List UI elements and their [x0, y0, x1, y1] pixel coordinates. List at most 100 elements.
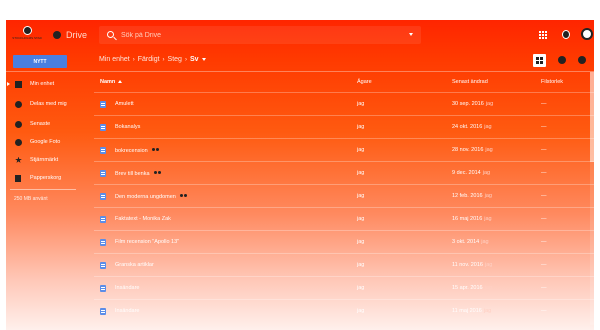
breadcrumb-separator-icon: › — [132, 56, 135, 63]
sidebar-item-shared[interactable]: Delas med mig — [6, 96, 86, 112]
sidebar-item-starred[interactable]: Stjärnmärkt — [6, 152, 86, 168]
storage-usage[interactable]: 250 MB använt — [14, 196, 48, 202]
google-doc-icon — [100, 101, 106, 108]
file-name[interactable]: Den moderna ungdomen — [115, 193, 188, 200]
modified-by: jag — [484, 285, 492, 291]
search-icon[interactable] — [107, 31, 114, 38]
notifications-icon[interactable] — [562, 30, 570, 39]
expand-caret-icon[interactable] — [7, 82, 10, 86]
drive-app: STOCKHOLMS STAD Drive NYTT Min enhet › F… — [6, 20, 594, 325]
file-row[interactable]: bokrecension jag 28 nov. 2016 jag — — [94, 138, 594, 161]
folder-menu-dropdown-icon[interactable] — [201, 58, 206, 61]
info-icon[interactable] — [558, 56, 566, 64]
scrollbar-thumb[interactable] — [590, 72, 594, 162]
modified-by: jag — [484, 124, 492, 130]
file-name[interactable]: bokrecension — [115, 147, 160, 154]
file-name[interactable]: Film recension "Apollo 13" — [115, 239, 179, 245]
sort-ascending-icon[interactable] — [118, 80, 123, 84]
search-input[interactable] — [121, 26, 401, 44]
sidebar-item-label: Stjärnmärkt — [30, 157, 59, 163]
breadcrumb-item[interactable]: Färdigt — [138, 56, 160, 63]
file-row[interactable]: Insändare jag 11 maj 2016 jag — — [94, 299, 594, 322]
file-name[interactable]: Granska artiklar — [115, 262, 154, 268]
file-row[interactable]: Brev till benka jag 9 dec. 2014 jag — — [94, 161, 594, 184]
sidebar-item-photos[interactable]: Google Foto — [6, 134, 86, 150]
shared-people-icon — [179, 194, 188, 199]
column-header-owner[interactable]: Ägare — [357, 79, 372, 85]
file-size: — — [541, 124, 547, 130]
modified-date: 11 nov. 2016 — [452, 262, 483, 268]
file-owner: jag — [357, 285, 365, 291]
file-row[interactable]: Amulett jag 30 sep. 2016 jag — — [94, 92, 594, 115]
file-name[interactable]: Faktatext - Monika Zak — [115, 216, 171, 222]
modified-by: jag — [483, 308, 492, 314]
file-name[interactable]: Brev till benka — [115, 170, 162, 177]
modified-by: jag — [482, 170, 491, 176]
apps-grid-icon[interactable] — [539, 31, 547, 39]
file-modified: 30 sep. 2016 jag — [452, 101, 493, 107]
breadcrumb: Min enhet › Färdigt › Steg › Sv — [99, 56, 206, 63]
breadcrumb-item[interactable]: Steg — [168, 56, 182, 63]
modified-date: 28 nov. 2016 — [452, 147, 484, 153]
column-header-name[interactable]: Namn — [100, 79, 123, 85]
file-owner: jag — [357, 216, 365, 222]
sidebar-item-recent[interactable]: Senaste — [6, 116, 86, 132]
org-logo[interactable]: STOCKHOLMS STAD — [10, 26, 44, 44]
account-avatar[interactable] — [581, 28, 593, 40]
sidebar-item-label: Google Foto — [30, 139, 61, 145]
file-name[interactable]: Amulett — [115, 101, 134, 107]
new-button[interactable]: NYTT — [13, 55, 67, 68]
sidebar-item-trash[interactable]: Papperskorg — [6, 170, 86, 186]
sidebar: Min enhet Delas med mig Senaste Google F… — [6, 72, 86, 325]
breadcrumb-item[interactable]: Min enhet — [99, 56, 130, 63]
star-icon — [15, 156, 22, 163]
breadcrumb-current[interactable]: Sv — [190, 56, 199, 63]
file-list: Namn Ägare Senast ändrad Filstorlek Amul… — [94, 72, 594, 325]
settings-gear-icon[interactable] — [578, 56, 586, 64]
org-logo-text: STOCKHOLMS STAD — [12, 36, 42, 40]
column-header-size[interactable]: Filstorlek — [541, 79, 563, 85]
grid-view-icon[interactable] — [533, 54, 546, 67]
file-owner: jag — [357, 239, 365, 245]
file-size: — — [541, 101, 547, 107]
modified-by: jag — [484, 216, 492, 222]
people-icon — [15, 100, 22, 108]
file-owner: jag — [357, 124, 365, 130]
top-header: STOCKHOLMS STAD Drive — [6, 20, 594, 50]
modified-date: 11 maj 2016 — [452, 308, 482, 314]
modified-date: 24 okt. 2016 — [452, 124, 483, 130]
file-size: — — [541, 262, 547, 268]
google-doc-icon — [100, 308, 106, 315]
shared-people-icon — [151, 148, 160, 153]
file-modified: 28 nov. 2016 jag — [452, 147, 493, 153]
file-name[interactable]: Bokanalys — [115, 124, 140, 130]
file-name[interactable]: Insändare — [115, 285, 139, 291]
file-row[interactable]: Insändare jag 15 apr. 2016 jag — — [94, 276, 594, 299]
modified-date: 3 okt. 2014 — [452, 239, 480, 245]
page-top-margin — [0, 0, 600, 20]
modified-date: 30 sep. 2016 — [452, 101, 484, 107]
scrollbar[interactable] — [590, 72, 594, 325]
file-row[interactable]: Granska artiklar jag 11 nov. 2016 jag — — [94, 253, 594, 276]
modified-by: jag — [484, 193, 492, 199]
file-name[interactable]: Insändare — [115, 308, 139, 314]
sidebar-item-label: Papperskorg — [30, 175, 62, 181]
search-bar[interactable] — [99, 26, 421, 44]
search-options-dropdown-icon[interactable] — [409, 33, 413, 36]
modified-by: jag — [485, 147, 493, 153]
modified-by: jag — [485, 262, 493, 268]
file-modified: 24 okt. 2016 jag — [452, 124, 492, 130]
file-owner: jag — [357, 193, 365, 199]
modified-date: 16 maj 2016 — [452, 216, 483, 222]
sidebar-item-my-drive[interactable]: Min enhet — [6, 76, 86, 92]
file-row[interactable]: Faktatext - Monika Zak jag 16 maj 2016 jag — — [94, 207, 594, 230]
file-row[interactable]: Film recension "Apollo 13" jag 3 okt. 2014… — [94, 230, 594, 253]
file-row[interactable]: Bokanalys jag 24 okt. 2016 jag — — [94, 115, 594, 138]
file-modified: 9 dec. 2014 jag — [452, 170, 490, 176]
clock-icon — [15, 120, 22, 128]
google-doc-icon — [100, 285, 106, 292]
sidebar-item-label: Senaste — [30, 121, 51, 127]
file-row[interactable]: Den moderna ungdomen jag 12 feb. 2016 jag — — [94, 184, 594, 207]
column-header-modified[interactable]: Senast ändrad — [452, 79, 488, 85]
file-size: — — [541, 239, 547, 245]
